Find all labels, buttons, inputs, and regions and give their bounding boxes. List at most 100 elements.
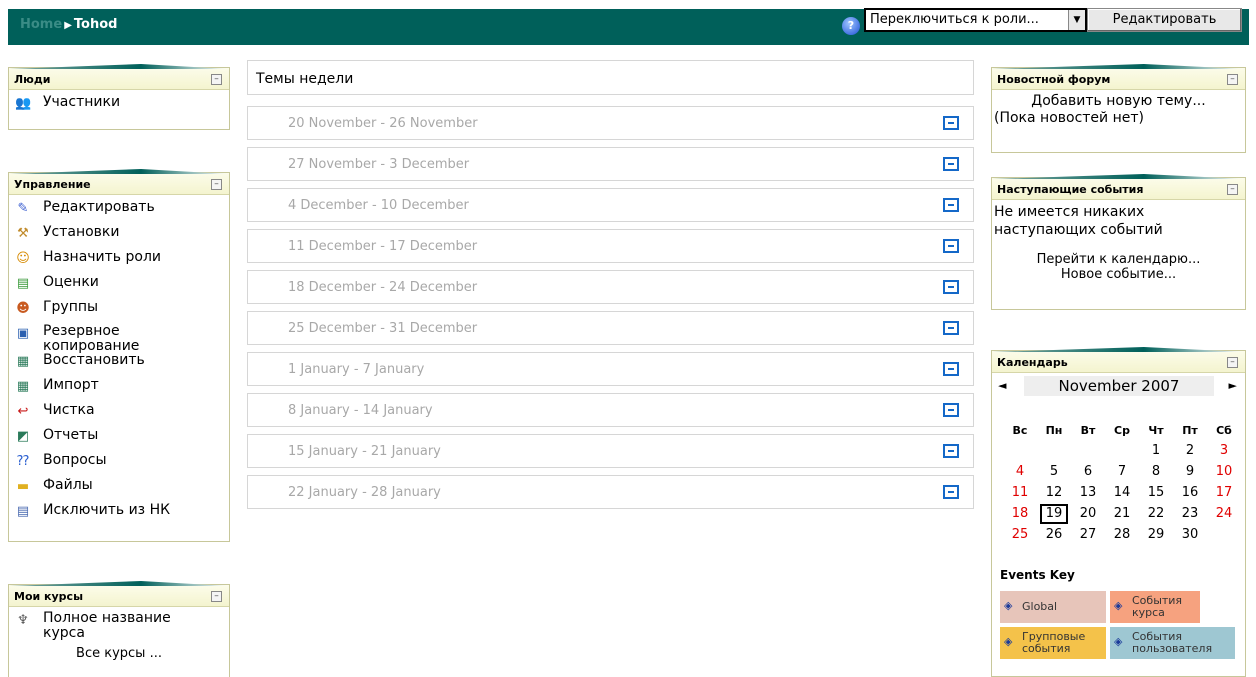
admin-item-reset[interactable]: ↩ Чистка xyxy=(13,401,225,426)
admin-item-settings[interactable]: ⚒ Установки xyxy=(13,223,225,248)
calendar-day[interactable]: 30 xyxy=(1173,524,1207,545)
collapse-block-icon[interactable]: – xyxy=(211,74,222,85)
new-event-link[interactable]: Новое событие... xyxy=(992,267,1245,282)
next-month-icon[interactable]: ► xyxy=(1229,379,1237,392)
admin-item-questions[interactable]: ⁇ Вопросы xyxy=(13,451,225,476)
course-link[interactable]: ♆ Полное название курса xyxy=(13,610,193,644)
weekday-header: Пн xyxy=(1045,423,1063,437)
show-only-week-icon[interactable] xyxy=(943,321,959,335)
administration-block: Управление – ✎ Редактировать ⚒ Установки ☺… xyxy=(8,172,230,542)
admin-item-restore[interactable]: ▦ Восстановить xyxy=(13,351,225,376)
week-section: 20 November - 26 November xyxy=(247,106,974,140)
calendar-day[interactable]: 1 xyxy=(1139,440,1173,461)
admin-item-unenrol[interactable]: ▤ Исключить из НК xyxy=(13,501,225,526)
block-title: Мои курсы xyxy=(14,590,84,603)
calendar-week-row: 4 5 6 7 8 9 10 xyxy=(1003,461,1241,482)
calendar-day[interactable]: 15 xyxy=(1139,482,1173,503)
calendar-day[interactable]: 3 xyxy=(1207,440,1241,461)
calendar-day[interactable]: 5 xyxy=(1037,461,1071,482)
week-label: 8 January - 14 January xyxy=(288,403,433,418)
calendar-day[interactable]: 26 xyxy=(1037,524,1071,545)
calendar-day[interactable]: 6 xyxy=(1071,461,1105,482)
users-icon: 👥 xyxy=(15,96,32,111)
calendar-day[interactable]: 2 xyxy=(1173,440,1207,461)
help-icon[interactable]: ? xyxy=(842,17,860,35)
block-title: Новостной форум xyxy=(997,73,1111,86)
calendar-day[interactable]: 24 xyxy=(1207,503,1241,524)
calendar-days: 1 2 3 4 5 6 7 8 9 10 11 12 13 14 15 16 17 18 19 20 21 22 23 24 2… xyxy=(1003,440,1241,545)
show-only-week-icon[interactable] xyxy=(943,362,959,376)
calendar-day[interactable]: 22 xyxy=(1139,503,1173,524)
upcoming-events-block: Наступающие события – Не имеется никаких… xyxy=(991,177,1246,310)
grades-icon: ▤ xyxy=(16,276,30,291)
admin-item-assign-roles[interactable]: ☺ Назначить роли xyxy=(13,248,225,273)
switch-role-select-value: Переключиться к роли... xyxy=(870,12,1039,27)
key-user-events[interactable]: ◈ События пользователя xyxy=(1110,627,1235,659)
edit-icon: ✎ xyxy=(17,201,29,216)
week-label: 11 December - 17 December xyxy=(288,239,478,254)
calendar-day[interactable]: 17 xyxy=(1207,482,1241,503)
eye-icon: ◈ xyxy=(1114,599,1123,612)
show-only-week-icon[interactable] xyxy=(943,403,959,417)
collapse-block-icon[interactable]: – xyxy=(1227,74,1238,85)
calendar-day[interactable]: 9 xyxy=(1173,461,1207,482)
goto-calendar-link[interactable]: Перейти к календарю... xyxy=(992,252,1245,267)
admin-item-import[interactable]: ▦ Импорт xyxy=(13,376,225,401)
week-section: 27 November - 3 December xyxy=(247,147,974,181)
edit-mode-button[interactable]: Редактировать xyxy=(1087,8,1242,32)
calendar-day[interactable]: 18 xyxy=(1003,503,1037,524)
weekday-header: Сб xyxy=(1216,423,1232,437)
calendar-day[interactable]: 13 xyxy=(1071,482,1105,503)
chevron-down-icon[interactable]: ▼ xyxy=(1068,10,1085,30)
switch-role-select[interactable]: Переключиться к роли... ▼ xyxy=(864,8,1087,32)
admin-item-groups[interactable]: ☻ Группы xyxy=(13,298,225,323)
collapse-block-icon[interactable]: – xyxy=(1227,184,1238,195)
show-only-week-icon[interactable] xyxy=(943,444,959,458)
calendar-day[interactable]: 8 xyxy=(1139,461,1173,482)
add-topic-link[interactable]: Добавить новую тему... xyxy=(994,93,1243,110)
admin-item-reports[interactable]: ◩ Отчеты xyxy=(13,426,225,451)
collapse-block-icon[interactable]: – xyxy=(211,591,222,602)
admin-item-grades[interactable]: ▤ Оценки xyxy=(13,273,225,298)
calendar-day[interactable]: 7 xyxy=(1105,461,1139,482)
previous-month-icon[interactable]: ◄ xyxy=(998,379,1006,392)
key-group-events[interactable]: ◈ Групповые события xyxy=(1000,627,1106,659)
calendar-day[interactable]: 29 xyxy=(1139,524,1173,545)
participants-link[interactable]: 👥 Участники xyxy=(13,93,225,118)
key-global[interactable]: ◈ Global xyxy=(1000,591,1106,623)
calendar-day[interactable]: 10 xyxy=(1207,461,1241,482)
show-only-week-icon[interactable] xyxy=(943,280,959,294)
block-title: Управление xyxy=(14,178,91,191)
calendar-day[interactable]: 4 xyxy=(1003,461,1037,482)
show-only-week-icon[interactable] xyxy=(943,485,959,499)
week-section: 11 December - 17 December xyxy=(247,229,974,263)
admin-item-files[interactable]: ▬ Файлы xyxy=(13,476,225,501)
show-only-week-icon[interactable] xyxy=(943,157,959,171)
calendar-day[interactable]: 11 xyxy=(1003,482,1037,503)
calendar-day[interactable]: 14 xyxy=(1105,482,1139,503)
calendar-day[interactable]: 28 xyxy=(1105,524,1139,545)
calendar-day[interactable]: 19 xyxy=(1037,503,1071,524)
calendar-day[interactable]: 25 xyxy=(1003,524,1037,545)
calendar-day[interactable]: 23 xyxy=(1173,503,1207,524)
page-title: Темы недели xyxy=(247,60,974,95)
roles-icon: ☺ xyxy=(16,251,30,266)
reports-icon: ◩ xyxy=(16,429,30,444)
calendar-day[interactable]: 27 xyxy=(1071,524,1105,545)
show-only-week-icon[interactable] xyxy=(943,198,959,212)
all-courses-link[interactable]: Все курсы ... xyxy=(13,646,225,661)
breadcrumb-home-link[interactable]: Home xyxy=(20,17,62,32)
calendar-day[interactable]: 21 xyxy=(1105,503,1139,524)
calendar-day xyxy=(1037,440,1071,461)
collapse-block-icon[interactable]: – xyxy=(1227,357,1238,368)
calendar-day[interactable]: 20 xyxy=(1071,503,1105,524)
show-only-week-icon[interactable] xyxy=(943,116,959,130)
calendar-month-title[interactable]: November 2007 xyxy=(1024,376,1214,396)
show-only-week-icon[interactable] xyxy=(943,239,959,253)
calendar-day[interactable]: 12 xyxy=(1037,482,1071,503)
calendar-day[interactable]: 16 xyxy=(1173,482,1207,503)
import-icon: ▦ xyxy=(16,379,30,394)
admin-item-edit[interactable]: ✎ Редактировать xyxy=(13,198,225,223)
key-course-events[interactable]: ◈ События курса xyxy=(1110,591,1200,623)
collapse-block-icon[interactable]: – xyxy=(211,179,222,190)
